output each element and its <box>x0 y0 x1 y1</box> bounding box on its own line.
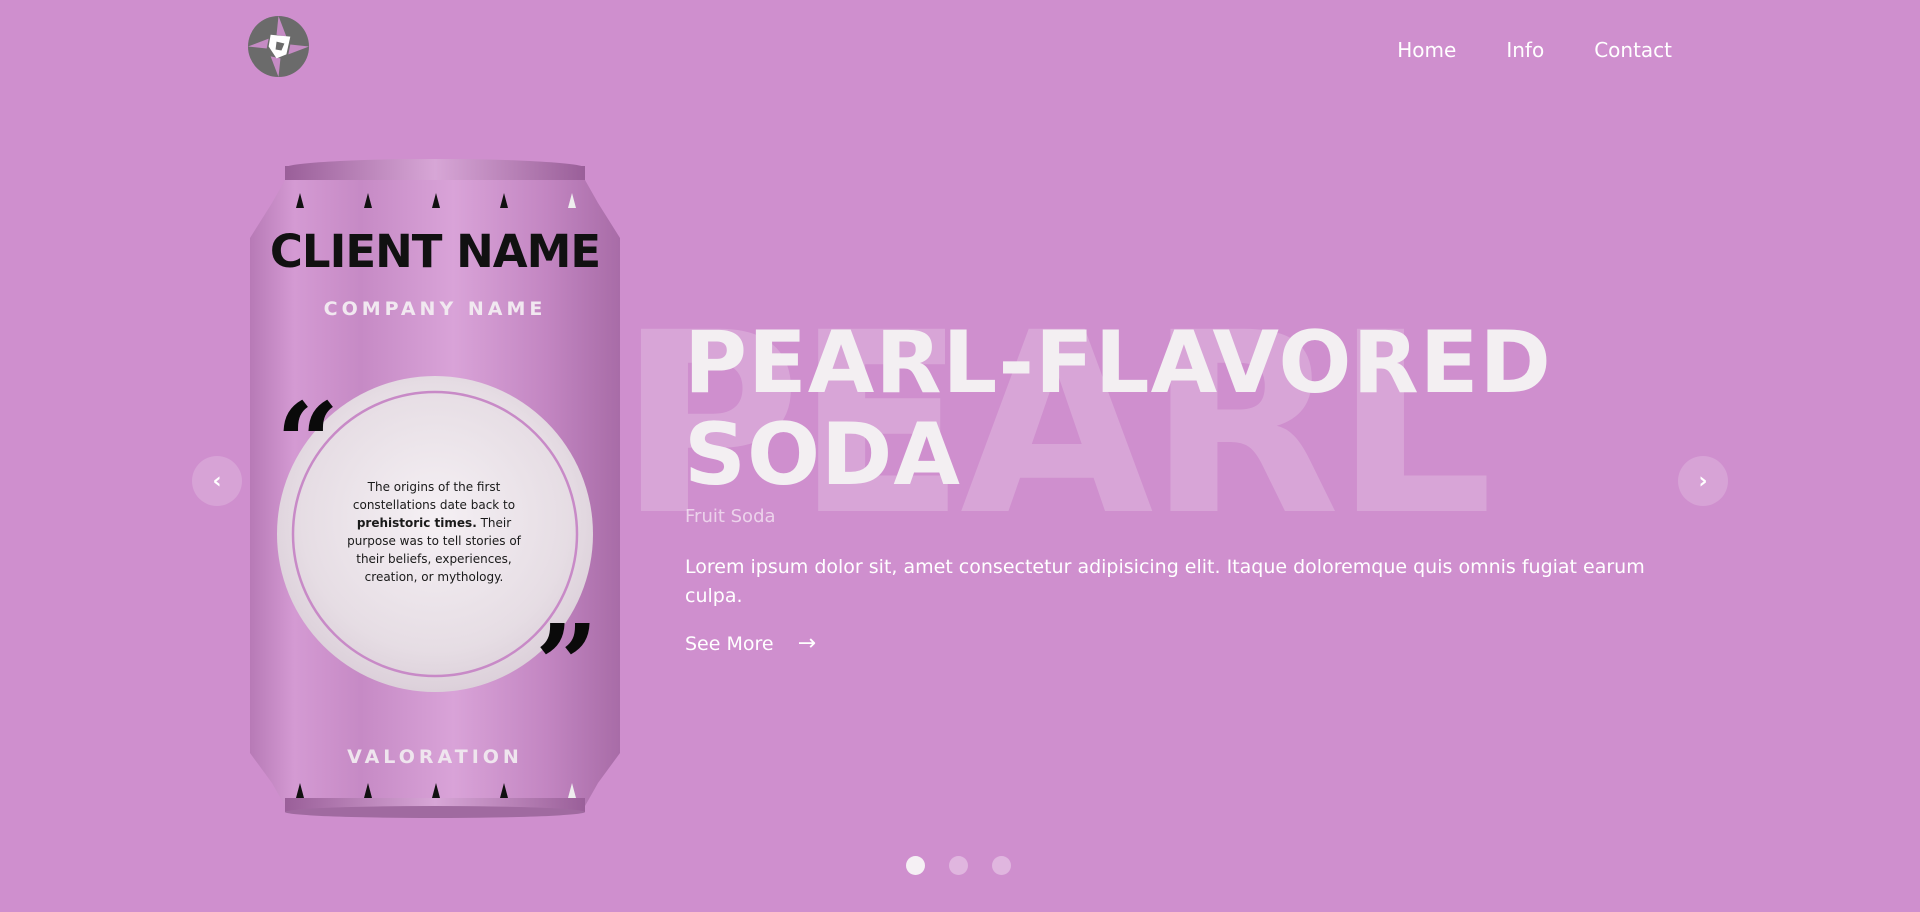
hero-subtitle: Fruit Soda <box>685 506 776 527</box>
hero-title-line-1: PEARL-FLAVORED <box>684 313 1552 413</box>
nav-info-link[interactable]: Info <box>1506 38 1544 62</box>
hero-title-line-2: SODA <box>684 405 961 505</box>
arrow-right-icon: → <box>797 631 817 656</box>
carousel-prev-button[interactable]: ‹ <box>192 456 242 506</box>
nav-home-link[interactable]: Home <box>1397 38 1456 62</box>
can-company-name: COMPANY NAME <box>323 298 547 320</box>
can-client-name: CLIENT NAME <box>269 225 601 278</box>
quote-text-bold: prehistoric times. <box>356 516 477 530</box>
carousel-pagination <box>906 856 1011 875</box>
see-more-label: See More <box>685 632 774 655</box>
carousel-dot-2[interactable] <box>949 856 968 875</box>
open-quote-icon: “ <box>276 378 340 507</box>
see-more-link[interactable]: See More → <box>685 631 816 656</box>
can-valoration: VALORATION <box>347 746 523 768</box>
carousel-dot-1[interactable] <box>906 856 925 875</box>
carousel-dot-3[interactable] <box>992 856 1011 875</box>
carousel-next-button[interactable]: › <box>1678 456 1728 506</box>
quote-text-start: The origins of the first constellations … <box>352 480 516 512</box>
hero-title: PEARL-FLAVORED SODA <box>684 317 1552 501</box>
nav-contact-link[interactable]: Contact <box>1594 38 1672 62</box>
chevron-right-icon: › <box>1698 468 1708 494</box>
main-nav: Home Info Contact <box>1397 38 1672 62</box>
can-quote: The origins of the first constellations … <box>334 478 534 586</box>
chevron-left-icon: ‹ <box>212 468 222 494</box>
hero-description: Lorem ipsum dolor sit, amet consectetur … <box>685 556 1645 607</box>
close-quote-icon: ” <box>535 600 599 729</box>
aperture-logo-icon[interactable] <box>247 15 310 78</box>
